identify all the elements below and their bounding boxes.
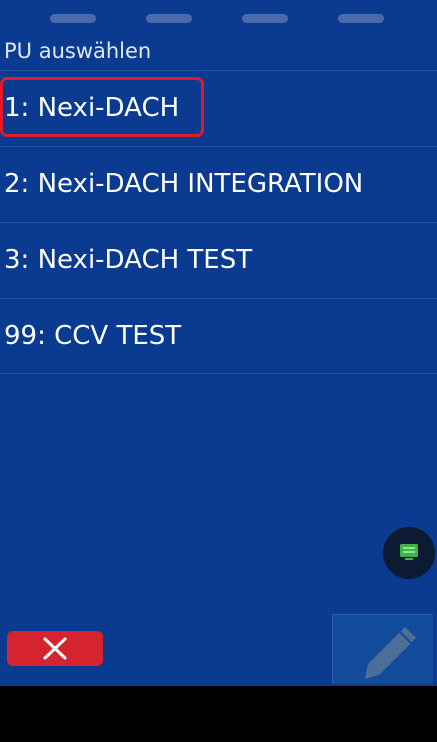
- list-item-label: 99: CCV TEST: [4, 321, 182, 351]
- page-indicator: [0, 14, 437, 24]
- close-icon: [43, 637, 67, 660]
- monitor-icon: [400, 544, 418, 560]
- page-indicator-dash[interactable]: [146, 14, 192, 23]
- list-item-pu-2[interactable]: 2: Nexi-DACH INTEGRATION: [0, 146, 437, 222]
- page-title: PU auswählen: [4, 39, 152, 63]
- page-indicator-dash[interactable]: [242, 14, 288, 23]
- app-screen: PU auswählen 1: Nexi-DACH 2: Nexi-DACH I…: [0, 0, 437, 686]
- page-indicator-dash[interactable]: [338, 14, 384, 23]
- list-item-label: 3: Nexi-DACH TEST: [4, 245, 253, 275]
- bottom-bar: [0, 686, 437, 742]
- list-item-pu-1[interactable]: 1: Nexi-DACH: [0, 70, 437, 146]
- pencil-icon: [365, 627, 416, 679]
- edit-button[interactable]: [332, 614, 433, 684]
- list-item-label: 1: Nexi-DACH: [4, 93, 180, 123]
- list-item-pu-99[interactable]: 99: CCV TEST: [0, 298, 437, 374]
- pu-list: 1: Nexi-DACH 2: Nexi-DACH INTEGRATION 3:…: [0, 70, 437, 374]
- cancel-button[interactable]: [7, 631, 103, 666]
- list-item-label: 2: Nexi-DACH INTEGRATION: [4, 169, 364, 199]
- floating-action-button[interactable]: [383, 527, 435, 579]
- page-indicator-dash[interactable]: [50, 14, 96, 23]
- list-item-pu-3[interactable]: 3: Nexi-DACH TEST: [0, 222, 437, 298]
